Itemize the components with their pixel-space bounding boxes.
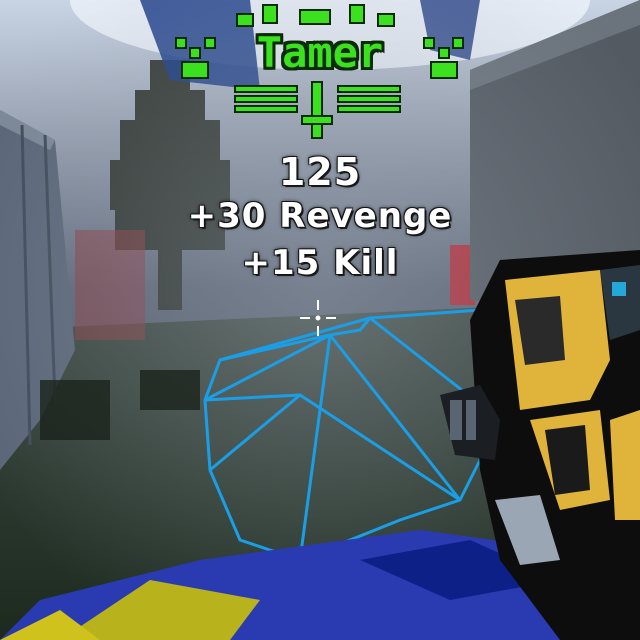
game-scene [0,0,640,640]
score-total: 125 [278,150,362,194]
revenge-bonus: +30 Revenge [187,196,453,236]
badge-title: Tamer [256,28,384,77]
kill-bonus: +15 Kill [241,243,399,283]
